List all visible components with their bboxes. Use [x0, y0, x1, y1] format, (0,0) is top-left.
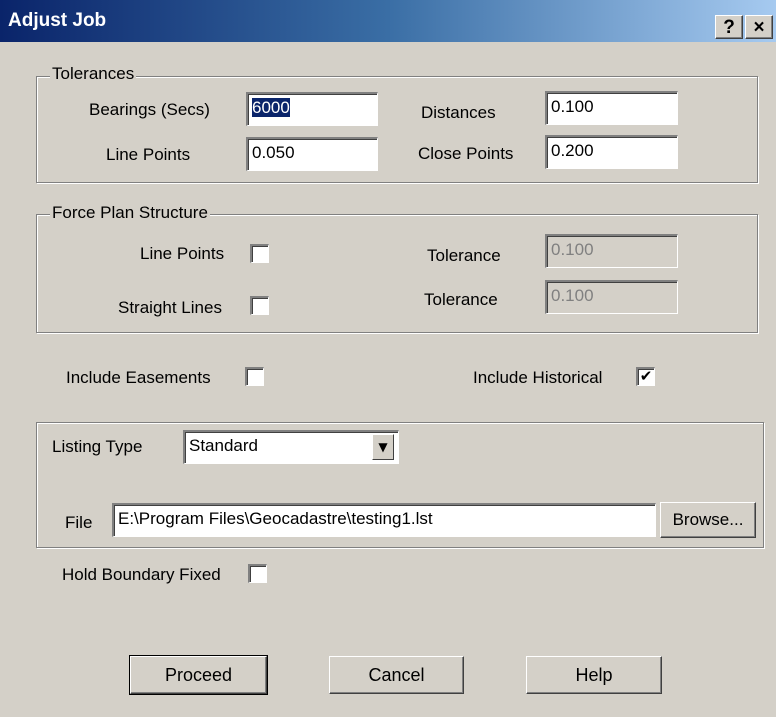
include-historical-checkbox[interactable]: ✔	[636, 367, 655, 386]
file-label: File	[65, 513, 93, 532]
include-easements-label: Include Easements	[66, 368, 211, 387]
listing-type-value: Standard	[189, 436, 258, 455]
chevron-down-icon[interactable]: ▼	[372, 434, 394, 460]
listing-type-select[interactable]: Standard	[183, 430, 399, 464]
straight-lines-checkbox[interactable]	[250, 296, 269, 315]
bearings-label: Bearings (Secs)	[89, 100, 210, 119]
close-points-label: Close Points	[418, 144, 514, 163]
tolerance1-label: Tolerance	[427, 246, 501, 265]
distances-input[interactable]: 0.100	[545, 91, 678, 125]
tolerance2-label: Tolerance	[424, 290, 498, 309]
adjust-job-dialog: Adjust Job ? × Tolerances Bearings (Secs…	[0, 0, 776, 717]
force-plan-legend: Force Plan Structure	[50, 203, 210, 223]
line-points-input[interactable]: 0.050	[246, 137, 378, 171]
title-bar[interactable]: Adjust Job ? ×	[0, 0, 776, 42]
include-easements-checkbox[interactable]	[245, 367, 264, 386]
close-points-input[interactable]: 0.200	[545, 135, 678, 169]
browse-button[interactable]: Browse...	[660, 502, 756, 538]
cancel-button[interactable]: Cancel	[329, 656, 464, 694]
hold-boundary-checkbox[interactable]	[248, 564, 267, 583]
include-historical-label: Include Historical	[473, 368, 603, 387]
bearings-input[interactable]: 6000	[246, 92, 378, 126]
close-icon[interactable]: ×	[745, 15, 773, 39]
line-points-label: Line Points	[106, 145, 191, 164]
file-path-input[interactable]: E:\Program Files\Geocadastre\testing1.ls…	[112, 503, 656, 537]
help-button[interactable]: Help	[526, 656, 662, 694]
force-line-points-checkbox[interactable]	[250, 244, 269, 263]
tolerances-legend: Tolerances	[50, 64, 137, 84]
tolerance1-input[interactable]: 0.100	[545, 234, 678, 268]
proceed-button[interactable]: Proceed	[129, 655, 268, 695]
tolerance2-input[interactable]: 0.100	[545, 280, 678, 314]
distances-label: Distances	[421, 103, 496, 122]
checkmark-icon: ✔	[639, 367, 653, 385]
help-question-icon[interactable]: ?	[715, 15, 743, 39]
hold-boundary-label: Hold Boundary Fixed	[62, 565, 221, 584]
straight-lines-label: Straight Lines	[118, 298, 222, 317]
force-line-points-label: Line Points	[140, 244, 225, 263]
bearings-value: 6000	[252, 98, 290, 117]
listing-type-label: Listing Type	[52, 437, 143, 456]
window-title: Adjust Job	[8, 10, 107, 31]
